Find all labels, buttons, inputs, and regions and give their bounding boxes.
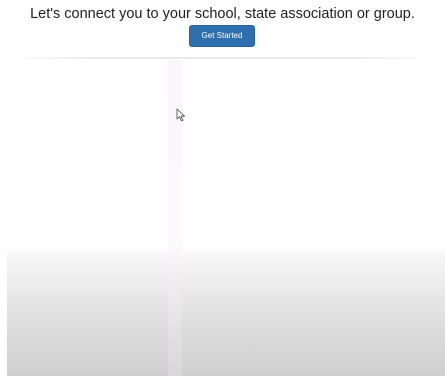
- mouse-pointer-icon: [176, 108, 185, 122]
- page-background: Let's connect you to your school, state …: [0, 0, 445, 376]
- get-started-button[interactable]: Get Started: [189, 25, 255, 47]
- page-headline: Let's connect you to your school, state …: [30, 6, 415, 22]
- divider: [8, 57, 438, 59]
- left-edge-strip: [0, 250, 7, 376]
